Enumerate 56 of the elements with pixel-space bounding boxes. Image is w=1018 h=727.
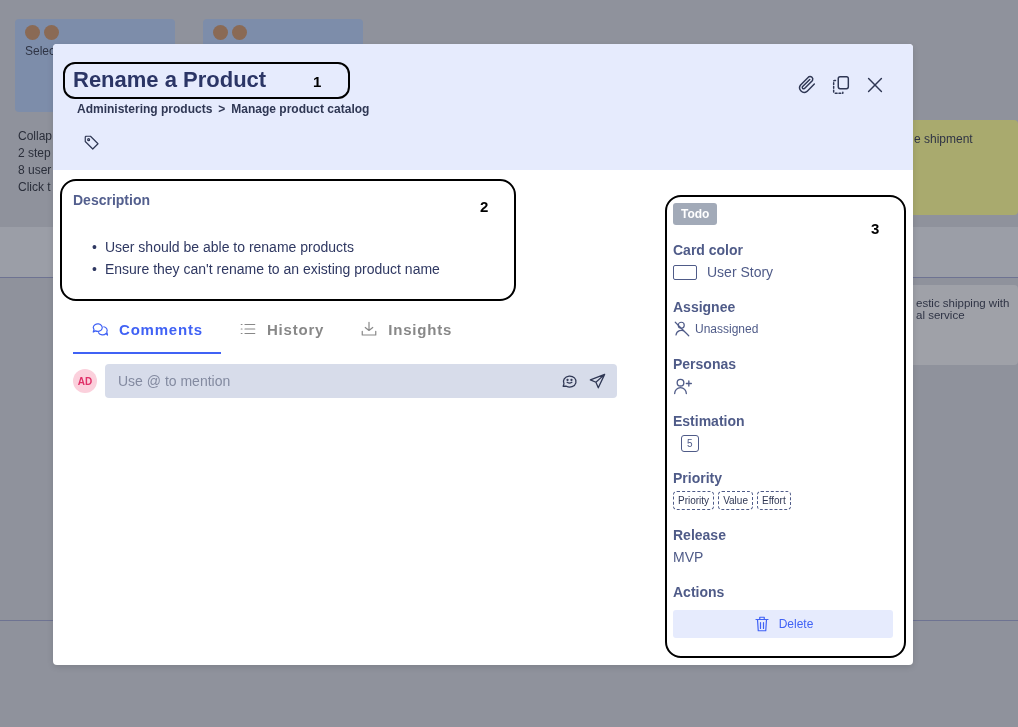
section-heading: Actions bbox=[673, 584, 726, 600]
tab[interactable]: Insights bbox=[342, 312, 471, 354]
description-heading: Description bbox=[73, 192, 150, 208]
bullet-text: Ensure they can't rename to an existing product name bbox=[104, 260, 440, 279]
annotation-number: 1 bbox=[313, 73, 322, 90]
trash-icon bbox=[752, 615, 771, 633]
smiley-bubble-icon bbox=[560, 372, 579, 391]
priority-chip[interactable]: Priority bbox=[673, 490, 715, 510]
duplicate-icon bbox=[830, 74, 852, 96]
bullet-marker: • bbox=[92, 260, 97, 279]
bullet-text: User should be able to rename products bbox=[104, 238, 354, 257]
tab[interactable]: History bbox=[220, 312, 343, 354]
comment-field[interactable]: Use @ to mention bbox=[105, 364, 617, 398]
priority-chip[interactable]: Value bbox=[718, 490, 753, 510]
avatar-circle bbox=[232, 25, 247, 40]
card-title: Rename a Product bbox=[73, 66, 267, 94]
bullet-marker: • bbox=[92, 238, 97, 257]
annotation-number: 3 bbox=[871, 220, 880, 237]
status-badge: Todo bbox=[673, 203, 718, 225]
person-slash-icon bbox=[673, 320, 691, 338]
paperclip-icon bbox=[796, 74, 818, 96]
section-heading: Personas bbox=[673, 356, 738, 372]
card-text: 8 user bbox=[18, 162, 53, 179]
user-avatar: AD bbox=[73, 369, 97, 393]
breadcrumb-link[interactable]: Administering products bbox=[77, 102, 213, 116]
priority-chip[interactable]: Effort bbox=[756, 490, 791, 510]
send-icon bbox=[588, 372, 607, 391]
card-text: 2 step bbox=[18, 145, 52, 162]
card-text: Click t bbox=[18, 179, 52, 196]
section-heading: Estimation bbox=[673, 413, 746, 429]
tab[interactable]: Comments bbox=[73, 312, 221, 354]
section-heading: Assignee bbox=[673, 299, 737, 315]
tray-download-icon bbox=[360, 320, 379, 338]
add-persona-button[interactable] bbox=[673, 376, 693, 396]
delete-button[interactable]: Delete bbox=[673, 610, 893, 638]
estimation-value[interactable]: 5 bbox=[681, 434, 699, 452]
section-heading: Priority bbox=[673, 470, 723, 486]
person-plus-icon bbox=[673, 376, 693, 396]
release-value[interactable]: MVP bbox=[673, 549, 704, 565]
section-heading: Release bbox=[673, 527, 727, 543]
avatar-circle bbox=[213, 25, 228, 40]
avatar-circle bbox=[25, 25, 40, 40]
card-type-label: User Story bbox=[707, 264, 774, 280]
section-heading: Card color bbox=[673, 242, 744, 258]
breadcrumb-link[interactable]: Manage product catalog bbox=[231, 102, 370, 116]
card-text: Selec bbox=[25, 44, 57, 58]
card-text: e shipment bbox=[914, 132, 974, 146]
card-text: estic shipping with al service bbox=[916, 297, 1011, 321]
tag-icon bbox=[83, 134, 101, 152]
assignee-link[interactable]: Unassigned bbox=[695, 322, 759, 336]
annotation-number: 2 bbox=[480, 198, 489, 215]
color-swatch[interactable] bbox=[673, 264, 697, 280]
avatar-circle bbox=[44, 25, 59, 40]
card-text: Collap bbox=[18, 128, 53, 145]
breadcrumb-separator: > bbox=[218, 102, 226, 116]
speech-bubbles-icon bbox=[91, 320, 109, 338]
